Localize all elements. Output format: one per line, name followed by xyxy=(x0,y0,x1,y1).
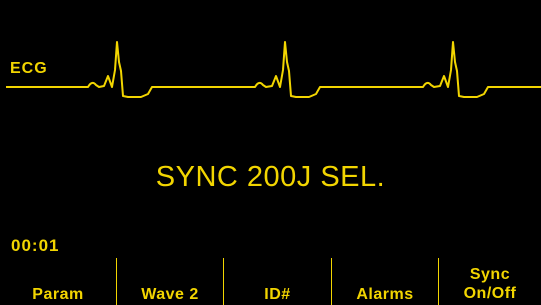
sync-softkey-line1: Sync xyxy=(469,266,511,283)
elapsed-timer: 00:01 xyxy=(11,236,60,255)
alarms-softkey[interactable]: Alarms xyxy=(332,258,438,305)
ecg-trace-line xyxy=(6,41,541,98)
ecg-lead-label: ECG xyxy=(10,60,48,77)
sync-softkey-line2: On/Off xyxy=(463,285,517,302)
sync-on-off-softkey-label: Sync On/Off xyxy=(464,266,517,305)
param-softkey-label: Param xyxy=(32,286,84,303)
id-softkey[interactable]: ID# xyxy=(224,258,331,305)
status-message: SYNC 200J SEL. xyxy=(155,161,386,193)
alarms-softkey-label: Alarms xyxy=(356,286,414,303)
ecg-waveform xyxy=(6,41,541,98)
wave-2-softkey-label: Wave 2 xyxy=(141,286,199,303)
wave-2-softkey[interactable]: Wave 2 xyxy=(117,258,223,305)
sync-on-off-softkey[interactable]: Sync On/Off xyxy=(439,258,541,305)
softkey-bar: Param Wave 2 ID# Alarms Sync On/Off xyxy=(0,258,541,305)
monitor-screen: ECG SYNC 200J SEL. 00:01 Param Wave 2 ID… xyxy=(0,0,541,305)
id-softkey-label: ID# xyxy=(264,286,291,303)
param-softkey[interactable]: Param xyxy=(0,258,116,305)
